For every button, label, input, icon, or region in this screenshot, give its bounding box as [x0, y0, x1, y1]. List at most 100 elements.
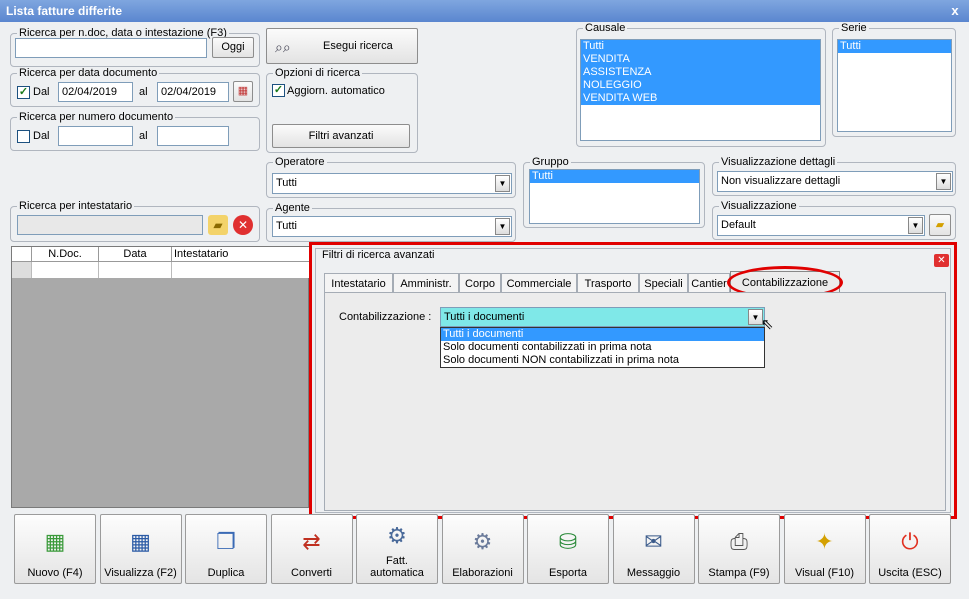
- toolbar-button-0[interactable]: ▦ Nuovo (F4): [14, 514, 96, 584]
- date-to-input[interactable]: 02/04/2019: [157, 82, 229, 102]
- convert-icon: ⇄: [302, 529, 321, 554]
- visualizzazione-legend: Visualizzazione: [721, 200, 797, 212]
- row-header: [12, 262, 32, 278]
- view-doc-icon: ▦: [130, 529, 151, 554]
- num-al-label: al: [139, 130, 148, 142]
- chevron-down-icon[interactable]: ▼: [936, 173, 951, 190]
- causale-list[interactable]: Tutti VENDITA ASSISTENZA NOLEGGIO VENDIT…: [580, 39, 821, 141]
- column-header-intestatario[interactable]: Intestatario: [172, 247, 310, 262]
- date-from-input[interactable]: 02/04/2019: [58, 82, 133, 102]
- oggi-button[interactable]: Oggi: [212, 37, 254, 58]
- causale-legend: Causale: [585, 22, 626, 34]
- contabilizzazione-select[interactable]: Tutti i documenti ▼: [440, 307, 765, 327]
- column-header-ndoc[interactable]: N.Doc.: [32, 247, 99, 262]
- aggiorn-label: Aggiorn. automatico: [287, 85, 385, 97]
- num-to-input[interactable]: [157, 126, 229, 146]
- dropdown-option[interactable]: Tutti i documenti: [441, 328, 764, 341]
- serie-legend: Serie: [841, 22, 867, 34]
- toolbar-button-1[interactable]: ▦ Visualizza (F2): [99, 514, 182, 584]
- export-icon: ⛁: [558, 529, 578, 554]
- folder-icon[interactable]: ▰: [929, 214, 951, 236]
- num-from-input[interactable]: [58, 126, 133, 146]
- contabilizzazione-dropdown[interactable]: Tutti i documenti Solo documenti contabi…: [440, 327, 765, 368]
- chevron-down-icon[interactable]: ▼: [495, 218, 510, 235]
- gruppo-list[interactable]: Tutti: [529, 169, 700, 224]
- operatore-select[interactable]: Tutti ▼: [272, 173, 512, 194]
- toolbar-button-7[interactable]: ✉ Messaggio: [612, 514, 695, 584]
- contabilizzazione-panel: Contabilizzazione : Tutti i documenti ▼ …: [324, 292, 946, 511]
- toolbar-button-label: Uscita (ESC): [878, 567, 942, 579]
- magic-wand-icon: ✦: [815, 529, 834, 554]
- operatore-legend: Operatore: [275, 156, 325, 168]
- toolbar-button-label: Duplica: [207, 567, 245, 579]
- tab-trasporto[interactable]: Trasporto: [577, 273, 639, 293]
- clear-icon[interactable]: ✕: [233, 215, 253, 235]
- message-icon: ✉: [644, 529, 663, 554]
- toolbar-button-4[interactable]: ⚙ Fatt. automatica: [356, 514, 438, 584]
- tab-cantieri[interactable]: Cantier: [688, 273, 730, 293]
- duplicate-icon: ❐: [216, 529, 236, 554]
- contabilizzazione-value: Tutti i documenti: [444, 311, 525, 323]
- row-header: [12, 247, 32, 262]
- advanced-filters-highlight: Filtri di ricerca avanzati ✕ Intestatari…: [309, 242, 957, 519]
- list-item[interactable]: NOLEGGIO: [581, 79, 820, 92]
- mouse-cursor-icon: ⇖: [761, 316, 774, 333]
- exit-icon: ⏻: [901, 529, 919, 554]
- num-search-legend: Ricerca per numero documento: [19, 111, 174, 123]
- toolbar-button-6[interactable]: ⛁ Esporta: [527, 514, 609, 584]
- print-icon: ⎙: [730, 529, 748, 554]
- num-dal-checkbox[interactable]: [17, 130, 30, 143]
- toolbar-button-3[interactable]: ⇄ Converti: [270, 514, 353, 584]
- list-item[interactable]: ASSISTENZA: [581, 66, 820, 79]
- documents-grid[interactable]: N.Doc. Data Intestatario: [11, 246, 310, 508]
- tab-speciali[interactable]: Speciali: [639, 273, 688, 293]
- options-legend: Opzioni di ricerca: [275, 67, 360, 79]
- esegui-ricerca-button[interactable]: ⌕⌕ Esegui ricerca: [266, 28, 418, 64]
- aggiorn-checkbox[interactable]: ✓: [272, 84, 285, 97]
- close-icon[interactable]: x: [947, 3, 963, 19]
- list-item[interactable]: Tutti: [530, 170, 699, 183]
- advanced-filters-panel: Filtri di ricerca avanzati ✕ Intestatari…: [315, 248, 951, 513]
- operatore-value: Tutti: [276, 177, 297, 189]
- contabilizzazione-label: Contabilizzazione :: [339, 311, 432, 323]
- close-icon[interactable]: ✕: [934, 254, 949, 267]
- tab-commerciale[interactable]: Commerciale: [501, 273, 577, 293]
- table-cell[interactable]: [172, 262, 310, 278]
- chevron-down-icon[interactable]: ▼: [495, 175, 510, 192]
- list-item[interactable]: VENDITA: [581, 53, 820, 66]
- toolbar-button-8[interactable]: ⎙ Stampa (F9): [698, 514, 780, 584]
- vis-dettagli-select[interactable]: Non visualizzare dettagli ▼: [717, 171, 953, 192]
- new-doc-icon: ▦: [44, 529, 66, 554]
- table-cell[interactable]: [32, 262, 99, 278]
- toolbar-button-9[interactable]: ✦ Visual (F10): [783, 514, 866, 584]
- column-header-data[interactable]: Data: [99, 247, 172, 262]
- search-input[interactable]: [15, 38, 207, 58]
- date-al-label: al: [139, 86, 148, 98]
- tab-corpo[interactable]: Corpo: [459, 273, 501, 293]
- folder-icon[interactable]: ▰: [208, 215, 228, 235]
- tab-intestatario[interactable]: Intestatario: [324, 273, 393, 293]
- serie-list[interactable]: Tutti: [837, 39, 952, 132]
- table-cell[interactable]: [99, 262, 172, 278]
- list-item[interactable]: Tutti: [581, 40, 820, 53]
- date-dal-checkbox[interactable]: ✓: [17, 86, 30, 99]
- binoculars-icon: ⌕⌕: [275, 39, 291, 55]
- visualizzazione-select[interactable]: Default ▼: [717, 215, 925, 236]
- list-item[interactable]: Tutti: [838, 40, 951, 53]
- calendar-icon[interactable]: ▦: [233, 81, 253, 102]
- toolbar-button-2[interactable]: ❐ Duplica: [185, 514, 267, 584]
- dropdown-option[interactable]: Solo documenti contabilizzati in prima n…: [441, 341, 764, 354]
- tab-amministr[interactable]: Amministr.: [393, 273, 459, 293]
- toolbar-button-label: Esporta: [549, 567, 587, 579]
- toolbar-button-label: Visual (F10): [794, 567, 855, 579]
- agente-select[interactable]: Tutti ▼: [272, 216, 512, 237]
- esegui-ricerca-label: Esegui ricerca: [323, 40, 393, 52]
- toolbar-button-label: Fatt. automatica: [370, 555, 424, 579]
- toolbar-button-10[interactable]: ⏻ Uscita (ESC): [869, 514, 951, 584]
- toolbar-button-5[interactable]: ⚙ Elaborazioni: [441, 514, 524, 584]
- list-item[interactable]: VENDITA WEB: [581, 92, 820, 105]
- filtri-avanzati-button[interactable]: Filtri avanzati: [272, 124, 410, 148]
- dropdown-option[interactable]: Solo documenti NON contabilizzati in pri…: [441, 354, 764, 367]
- chevron-down-icon[interactable]: ▼: [908, 217, 923, 234]
- intestatario-input[interactable]: [17, 215, 203, 235]
